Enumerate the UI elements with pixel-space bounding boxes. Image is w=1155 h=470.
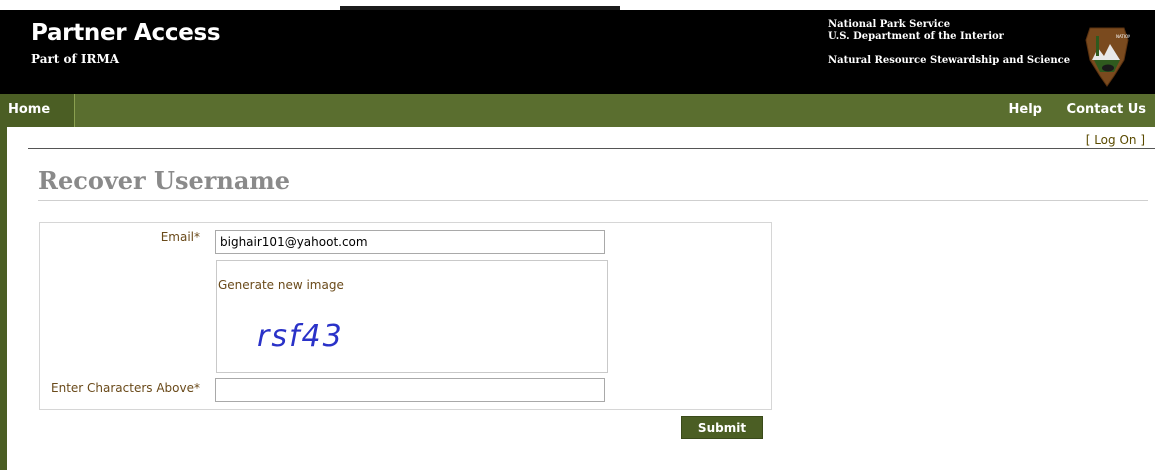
captcha-image: rsf43 [257,319,344,354]
submit-button[interactable]: Submit [681,416,763,439]
left-accent-bar [0,127,7,470]
site-subtitle: Part of IRMA [31,52,120,66]
captcha-chars-label: Enter Characters Above* [51,381,200,395]
generate-new-image-link[interactable]: Generate new image [218,278,344,292]
nps-arrowhead-logo-icon[interactable]: NATIONAL [1084,26,1137,88]
email-label: Email* [160,230,200,244]
nav-home[interactable]: Home [0,94,75,127]
title-divider [38,200,1148,201]
email-field[interactable] [215,230,605,254]
logon-link[interactable]: [ Log On ] [1086,133,1145,147]
nav-help[interactable]: Help [1009,102,1042,117]
site-title[interactable]: Partner Access [31,20,221,46]
page-title: Recover Username [38,166,291,195]
nav-right-links: Help Contact Us [989,102,1146,117]
agency-block: National Park Service U.S. Department of… [828,19,1070,67]
agency-line-1: National Park Service [828,19,951,30]
top-strip [0,0,1155,10]
captcha-panel: Generate new image rsf43 [216,260,608,373]
site-header: Partner Access Part of IRMA National Par… [0,10,1155,94]
svg-text:NATIONAL: NATIONAL [1116,34,1130,39]
divider [28,148,1155,149]
agency-line-3: Natural Resource Stewardship and Science [828,55,1071,66]
nav-home-label[interactable]: Home [8,102,50,117]
main-nav: Home Help Contact Us [0,94,1155,127]
agency-line-2: U.S. Department of the Interior [828,31,1004,42]
captcha-chars-input[interactable] [215,378,605,402]
nav-contact[interactable]: Contact Us [1067,102,1146,117]
recover-username-form: Email* Generate new image rsf43 Enter Ch… [39,222,772,410]
